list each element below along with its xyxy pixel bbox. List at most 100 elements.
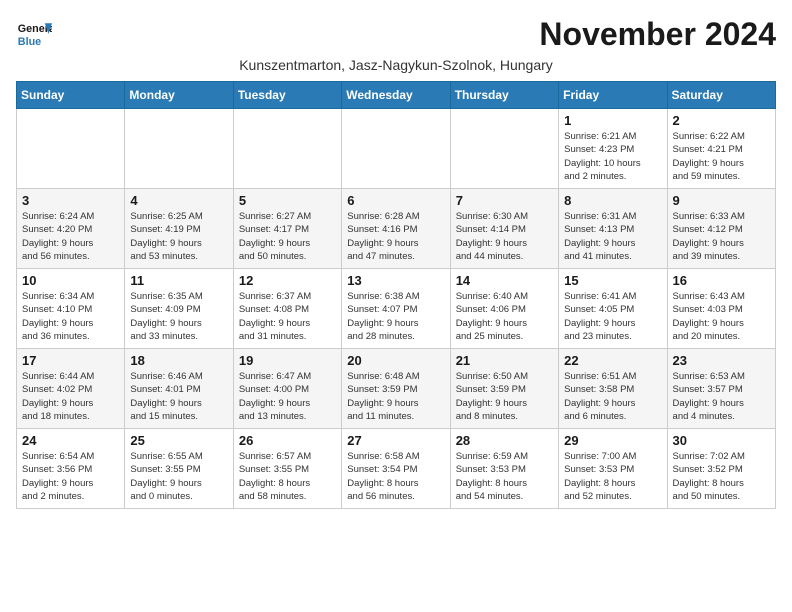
calendar-cell: 6Sunrise: 6:28 AM Sunset: 4:16 PM Daylig… <box>342 189 450 269</box>
day-number: 24 <box>22 433 119 448</box>
calendar-cell: 18 Sunrise: 6:46 AM Sunset: 4:01 PM Dayli… <box>125 349 233 429</box>
day-number: 22 <box>564 353 661 368</box>
day-number: 2 <box>673 113 770 128</box>
day-info: Sunrise: 6:50 AM Sunset: 3:59 PM Dayligh… <box>456 370 553 423</box>
calendar-week-row: 3Sunrise: 6:24 AM Sunset: 4:20 PM Daylig… <box>17 189 776 269</box>
day-number: 16 <box>673 273 770 288</box>
calendar-cell: 12Sunrise: 6:37 AM Sunset: 4:08 PM Dayli… <box>233 269 341 349</box>
calendar-cell: 1 Sunrise: 6:21 AM Sunset: 4:23 PM Daylig… <box>559 109 667 189</box>
day-number: 18 <box>130 353 227 368</box>
calendar-cell: 3Sunrise: 6:24 AM Sunset: 4:20 PM Daylig… <box>17 189 125 269</box>
day-number: 9 <box>673 193 770 208</box>
calendar-cell <box>233 109 341 189</box>
calendar-week-row: 1 Sunrise: 6:21 AM Sunset: 4:23 PM Daylig… <box>17 109 776 189</box>
day-number: 29 <box>564 433 661 448</box>
day-number: 28 <box>456 433 553 448</box>
calendar-cell: 24 Sunrise: 6:54 AM Sunset: 3:56 PM Dayli… <box>17 429 125 509</box>
day-info: Sunrise: 6:57 AM Sunset: 3:55 PM Dayligh… <box>239 450 336 503</box>
day-info: Sunrise: 6:33 AM Sunset: 4:12 PM Dayligh… <box>673 210 770 263</box>
day-info: Sunrise: 6:44 AM Sunset: 4:02 PM Dayligh… <box>22 370 119 423</box>
logo-icon: General Blue <box>16 16 52 52</box>
day-number: 7 <box>456 193 553 208</box>
calendar-cell <box>17 109 125 189</box>
day-number: 14 <box>456 273 553 288</box>
day-info: Sunrise: 6:38 AM Sunset: 4:07 PM Dayligh… <box>347 290 444 343</box>
calendar-cell: 7 Sunrise: 6:30 AM Sunset: 4:14 PM Daylig… <box>450 189 558 269</box>
day-info: Sunrise: 6:30 AM Sunset: 4:14 PM Dayligh… <box>456 210 553 263</box>
day-number: 25 <box>130 433 227 448</box>
subtitle: Kunszentmarton, Jasz-Nagykun-Szolnok, Hu… <box>16 57 776 73</box>
day-of-week-header: Sunday <box>17 82 125 109</box>
day-number: 10 <box>22 273 119 288</box>
day-info: Sunrise: 6:28 AM Sunset: 4:16 PM Dayligh… <box>347 210 444 263</box>
day-number: 3 <box>22 193 119 208</box>
day-info: Sunrise: 6:46 AM Sunset: 4:01 PM Dayligh… <box>130 370 227 423</box>
day-number: 13 <box>347 273 444 288</box>
day-number: 11 <box>130 273 227 288</box>
day-number: 5 <box>239 193 336 208</box>
logo: General Blue <box>16 16 52 52</box>
calendar-cell: 29 Sunrise: 7:00 AM Sunset: 3:53 PM Dayli… <box>559 429 667 509</box>
day-info: Sunrise: 6:27 AM Sunset: 4:17 PM Dayligh… <box>239 210 336 263</box>
calendar-cell: 23 Sunrise: 6:53 AM Sunset: 3:57 PM Dayli… <box>667 349 775 429</box>
calendar-cell: 4Sunrise: 6:25 AM Sunset: 4:19 PM Daylig… <box>125 189 233 269</box>
day-number: 20 <box>347 353 444 368</box>
calendar-week-row: 17 Sunrise: 6:44 AM Sunset: 4:02 PM Dayli… <box>17 349 776 429</box>
day-info: Sunrise: 6:40 AM Sunset: 4:06 PM Dayligh… <box>456 290 553 343</box>
day-of-week-header: Tuesday <box>233 82 341 109</box>
day-of-week-header: Thursday <box>450 82 558 109</box>
day-number: 8 <box>564 193 661 208</box>
day-info: Sunrise: 6:58 AM Sunset: 3:54 PM Dayligh… <box>347 450 444 503</box>
svg-text:Blue: Blue <box>18 36 41 48</box>
calendar-cell: 11 Sunrise: 6:35 AM Sunset: 4:09 PM Dayli… <box>125 269 233 349</box>
day-number: 1 <box>564 113 661 128</box>
month-title: November 2024 <box>539 16 776 53</box>
calendar-cell: 2Sunrise: 6:22 AM Sunset: 4:21 PM Daylig… <box>667 109 775 189</box>
calendar-cell: 30Sunrise: 7:02 AM Sunset: 3:52 PM Dayli… <box>667 429 775 509</box>
calendar-cell: 26 Sunrise: 6:57 AM Sunset: 3:55 PM Dayli… <box>233 429 341 509</box>
calendar-cell: 28Sunrise: 6:59 AM Sunset: 3:53 PM Dayli… <box>450 429 558 509</box>
calendar-cell: 13 Sunrise: 6:38 AM Sunset: 4:07 PM Dayli… <box>342 269 450 349</box>
day-number: 19 <box>239 353 336 368</box>
calendar-cell: 8 Sunrise: 6:31 AM Sunset: 4:13 PM Daylig… <box>559 189 667 269</box>
calendar-table: SundayMondayTuesdayWednesdayThursdayFrid… <box>16 81 776 509</box>
day-info: Sunrise: 7:00 AM Sunset: 3:53 PM Dayligh… <box>564 450 661 503</box>
day-info: Sunrise: 6:25 AM Sunset: 4:19 PM Dayligh… <box>130 210 227 263</box>
day-number: 15 <box>564 273 661 288</box>
calendar-cell: 21 Sunrise: 6:50 AM Sunset: 3:59 PM Dayli… <box>450 349 558 429</box>
day-info: Sunrise: 6:37 AM Sunset: 4:08 PM Dayligh… <box>239 290 336 343</box>
day-info: Sunrise: 6:55 AM Sunset: 3:55 PM Dayligh… <box>130 450 227 503</box>
calendar-cell: 5 Sunrise: 6:27 AM Sunset: 4:17 PM Daylig… <box>233 189 341 269</box>
day-number: 27 <box>347 433 444 448</box>
calendar-cell <box>125 109 233 189</box>
calendar-cell: 10 Sunrise: 6:34 AM Sunset: 4:10 PM Dayli… <box>17 269 125 349</box>
day-of-week-header: Friday <box>559 82 667 109</box>
day-info: Sunrise: 6:53 AM Sunset: 3:57 PM Dayligh… <box>673 370 770 423</box>
day-of-week-header: Saturday <box>667 82 775 109</box>
day-number: 21 <box>456 353 553 368</box>
day-info: Sunrise: 6:41 AM Sunset: 4:05 PM Dayligh… <box>564 290 661 343</box>
calendar-cell: 27 Sunrise: 6:58 AM Sunset: 3:54 PM Dayli… <box>342 429 450 509</box>
calendar-cell: 16 Sunrise: 6:43 AM Sunset: 4:03 PM Dayli… <box>667 269 775 349</box>
day-info: Sunrise: 6:54 AM Sunset: 3:56 PM Dayligh… <box>22 450 119 503</box>
day-of-week-header: Wednesday <box>342 82 450 109</box>
day-info: Sunrise: 6:31 AM Sunset: 4:13 PM Dayligh… <box>564 210 661 263</box>
calendar-cell: 15 Sunrise: 6:41 AM Sunset: 4:05 PM Dayli… <box>559 269 667 349</box>
day-info: Sunrise: 6:21 AM Sunset: 4:23 PM Dayligh… <box>564 130 661 183</box>
day-info: Sunrise: 6:43 AM Sunset: 4:03 PM Dayligh… <box>673 290 770 343</box>
calendar-week-row: 24 Sunrise: 6:54 AM Sunset: 3:56 PM Dayli… <box>17 429 776 509</box>
day-info: Sunrise: 6:34 AM Sunset: 4:10 PM Dayligh… <box>22 290 119 343</box>
day-number: 23 <box>673 353 770 368</box>
day-info: Sunrise: 6:35 AM Sunset: 4:09 PM Dayligh… <box>130 290 227 343</box>
calendar-cell <box>342 109 450 189</box>
calendar-header-row: SundayMondayTuesdayWednesdayThursdayFrid… <box>17 82 776 109</box>
day-info: Sunrise: 7:02 AM Sunset: 3:52 PM Dayligh… <box>673 450 770 503</box>
calendar-cell <box>450 109 558 189</box>
day-number: 26 <box>239 433 336 448</box>
calendar-cell: 17 Sunrise: 6:44 AM Sunset: 4:02 PM Dayli… <box>17 349 125 429</box>
calendar-week-row: 10 Sunrise: 6:34 AM Sunset: 4:10 PM Dayli… <box>17 269 776 349</box>
day-number: 17 <box>22 353 119 368</box>
day-info: Sunrise: 6:48 AM Sunset: 3:59 PM Dayligh… <box>347 370 444 423</box>
calendar-cell: 9 Sunrise: 6:33 AM Sunset: 4:12 PM Daylig… <box>667 189 775 269</box>
page-header: General Blue November 2024 <box>16 16 776 53</box>
